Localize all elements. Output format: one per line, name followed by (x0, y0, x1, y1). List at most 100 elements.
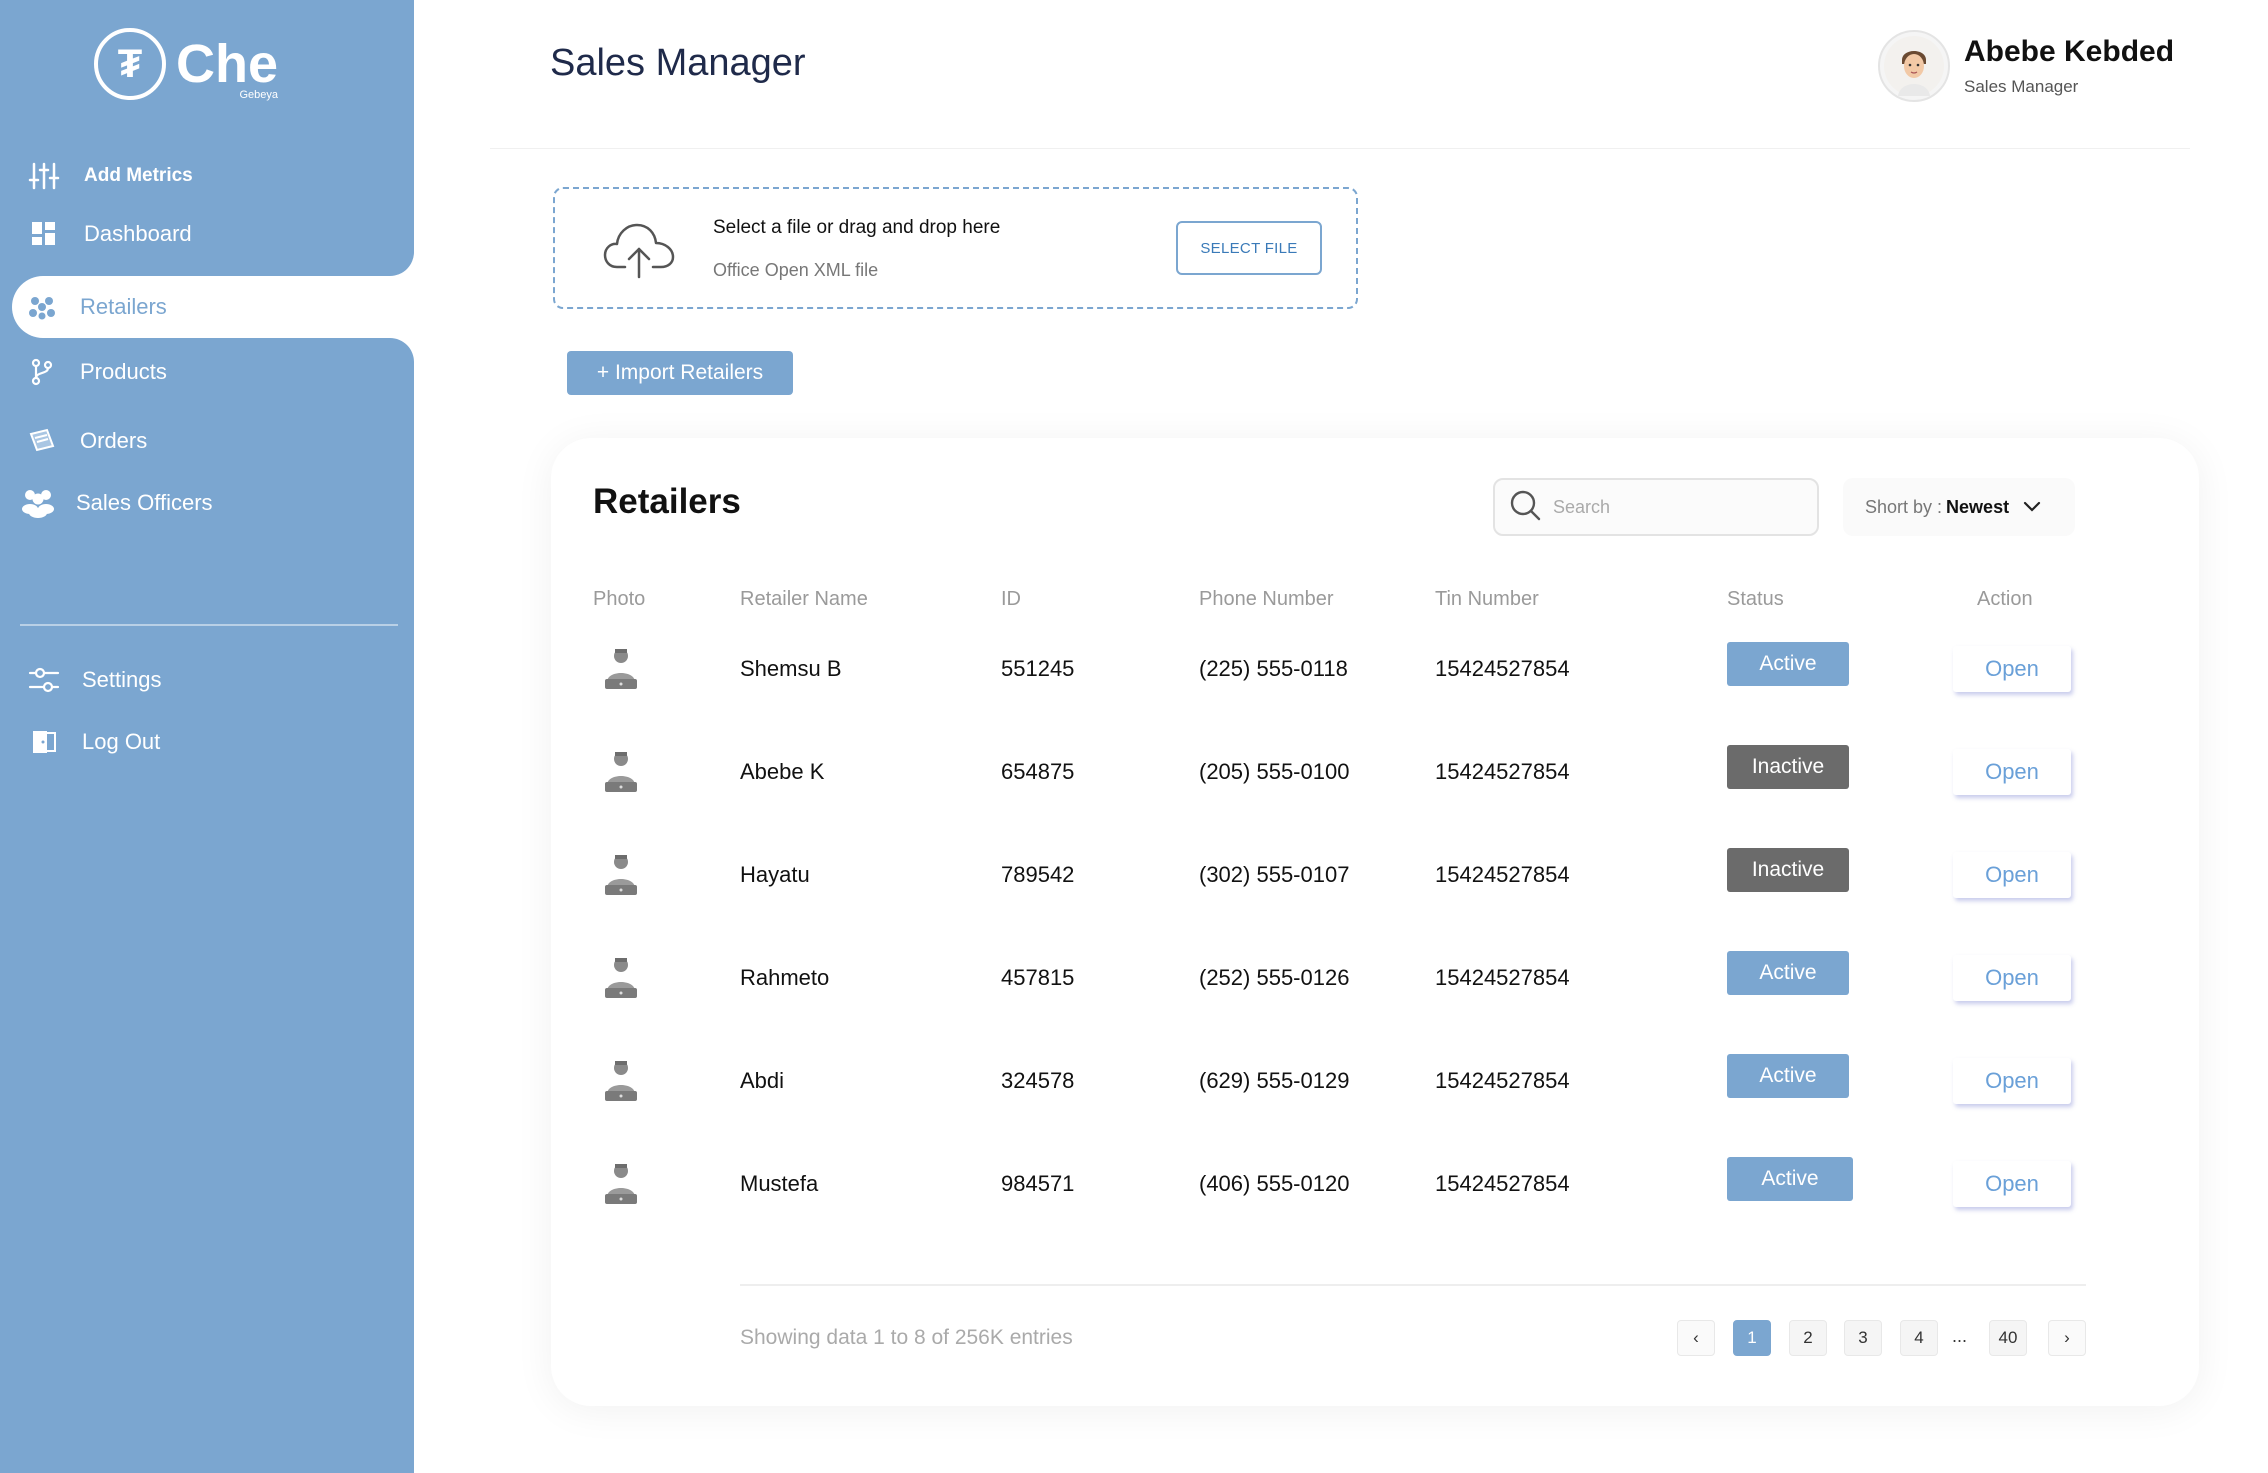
status-badge: Active (1727, 1157, 1853, 1201)
drop-zone-title: Select a file or drag and drop here (713, 217, 1001, 238)
search-input[interactable] (1553, 496, 1793, 518)
retailer-photo-icon (603, 1058, 639, 1107)
open-retailer-button[interactable]: Open (1953, 646, 2071, 692)
sidebar-item-add-metrics[interactable]: Add Metrics (0, 158, 414, 194)
cloud-upload-icon (603, 219, 675, 286)
sidebar-item-orders[interactable]: Orders (0, 423, 414, 459)
retailer-name: Hayatu (740, 862, 810, 887)
column-header: ID (1001, 588, 1021, 610)
retailer-phone: (629) 555-0129 (1199, 1068, 1350, 1093)
next-page-button[interactable]: › (2048, 1320, 2086, 1356)
search-box[interactable] (1493, 478, 1819, 536)
status-badge: Active (1727, 951, 1849, 995)
open-retailer-button[interactable]: Open (1953, 749, 2071, 795)
prev-page-button[interactable]: ‹ (1677, 1320, 1715, 1356)
open-retailer-button[interactable]: Open (1953, 1058, 2071, 1104)
pagination: ‹ 1 2 3 4 ... 40 › (551, 1320, 2199, 1356)
drop-zone-hint: Office Open XML file (713, 260, 879, 280)
file-drop-zone[interactable]: Select a file or drag and drop here Offi… (553, 187, 1358, 309)
sidebar-divider (20, 624, 398, 626)
retailer-photo-icon (603, 1161, 639, 1210)
logo-text: Che Gebeya (176, 37, 278, 101)
sidebar-item-label: Retailers (80, 294, 167, 319)
chevron-down-icon (2023, 497, 2041, 518)
sidebar-item-label: Products (80, 359, 167, 384)
sidebar-item-dashboard[interactable]: Dashboard (0, 216, 414, 252)
retailer-name: Rahmeto (740, 965, 830, 990)
select-file-button[interactable]: SELECT FILE (1176, 221, 1322, 275)
table-row: Mustefa 984571 (406) 555-0120 15424527854 Ac… (551, 1139, 2199, 1243)
retailer-photo-icon (603, 646, 639, 695)
open-retailer-button[interactable]: Open (1953, 955, 2071, 1001)
retailer-tin: 15424527854 (1435, 759, 1570, 784)
sidebar-item-label: Settings (82, 667, 162, 692)
column-header: Action (1977, 588, 2033, 610)
retailer-id: 457815 (1001, 965, 1075, 990)
retailer-phone: (252) 555-0126 (1199, 965, 1350, 990)
nav-curve-top (390, 252, 414, 276)
user-info: Abebe Kebded Sales Manager (1964, 35, 2174, 97)
retailers-title: Retailers (593, 482, 741, 521)
sidebar-item-label: Dashboard (84, 221, 192, 246)
retailer-phone: (406) 555-0120 (1199, 1171, 1350, 1196)
logo-subtitle: Gebeya (239, 89, 279, 101)
table-row: Shemsu B 551245 (225) 555-0118 15424527854 A… (551, 624, 2199, 728)
retailer-id: 984571 (1001, 1171, 1075, 1196)
header-divider (490, 148, 2190, 149)
sidebar-item-settings[interactable]: Settings (0, 662, 414, 698)
table-row: Abdi 324578 (629) 555-0129 15424527854 Activ… (551, 1036, 2199, 1140)
status-badge: Active (1727, 1054, 1849, 1098)
sidebar-item-products[interactable]: Products (0, 354, 414, 390)
sidebar-item-label: Sales Officers (76, 490, 213, 515)
retailer-tin: 15424527854 (1435, 965, 1570, 990)
page-button[interactable]: 2 (1789, 1320, 1827, 1356)
import-retailers-button[interactable]: + Import Retailers (567, 351, 793, 395)
sliders-icon (26, 158, 62, 194)
user-profile[interactable]: Abebe Kebded Sales Manager (1878, 30, 2174, 102)
retailer-name: Abdi (740, 1068, 785, 1093)
settings-sliders-icon (26, 662, 62, 698)
column-header: Status (1727, 588, 1784, 610)
retailer-tin: 15424527854 (1435, 862, 1570, 887)
retailer-phone: (205) 555-0100 (1199, 759, 1350, 784)
tag-icon (24, 423, 60, 459)
column-header: Phone Number (1199, 588, 1334, 610)
logout-door-icon (26, 724, 62, 760)
status-badge: Inactive (1727, 745, 1849, 789)
retailer-id: 789542 (1001, 862, 1075, 887)
retailer-id: 324578 (1001, 1068, 1075, 1093)
open-retailer-button[interactable]: Open (1953, 852, 2071, 898)
open-retailer-button[interactable]: Open (1953, 1161, 2071, 1207)
retailer-phone: (302) 555-0107 (1199, 862, 1350, 887)
column-header: Tin Number (1435, 588, 1539, 610)
users-dots-icon (24, 289, 60, 325)
sidebar-item-retailers[interactable]: Retailers (0, 289, 414, 325)
retailer-name: Abebe K (740, 759, 825, 784)
logo-mark: ₮ (94, 28, 166, 100)
pagination-ellipsis: ... (1952, 1326, 1968, 1346)
table-footer-divider (740, 1284, 2086, 1286)
avatar[interactable] (1878, 30, 1950, 102)
sort-prefix: Short by : (1865, 496, 1943, 517)
sort-dropdown[interactable]: Short by : Newest (1843, 478, 2075, 536)
retailer-id: 654875 (1001, 759, 1075, 784)
page-button[interactable]: 1 (1733, 1320, 1771, 1356)
sidebar-item-label: Add Metrics (84, 165, 193, 186)
page-button[interactable]: 3 (1844, 1320, 1882, 1356)
page-button[interactable]: 4 (1900, 1320, 1938, 1356)
sidebar-item-label: Log Out (82, 729, 161, 754)
sort-value: Newest (1946, 496, 2010, 517)
column-header: Retailer Name (740, 588, 868, 610)
status-badge: Active (1727, 642, 1849, 686)
retailer-photo-icon (603, 955, 639, 1004)
sidebar-item-label: Orders (80, 428, 148, 453)
app-logo[interactable]: ₮ Che Gebeya (94, 28, 278, 101)
retailer-phone: (225) 555-0118 (1199, 656, 1348, 681)
retailer-tin: 15424527854 (1435, 1068, 1570, 1093)
grid-icon (26, 216, 62, 252)
sidebar-item-logout[interactable]: Log Out (0, 724, 414, 760)
retailer-tin: 15424527854 (1435, 656, 1570, 681)
page-button[interactable]: 40 (1989, 1320, 2027, 1356)
sidebar-item-sales-officers[interactable]: Sales Officers (0, 485, 414, 521)
retailer-name: Shemsu B (740, 656, 842, 681)
